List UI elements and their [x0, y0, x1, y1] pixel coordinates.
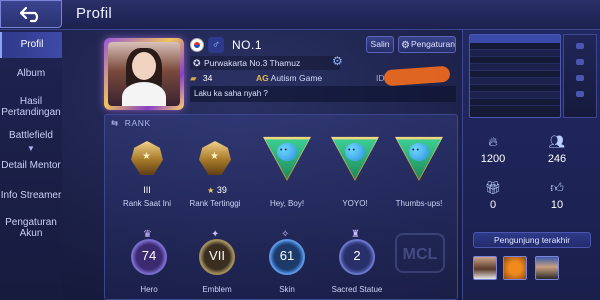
rank-number: NO.1 — [232, 38, 263, 52]
visitor-avatar[interactable] — [503, 256, 527, 280]
sidebar-item-profil[interactable]: Profil — [0, 32, 62, 58]
visitor-avatar-empty — [565, 256, 589, 280]
flame-icon: 🔥︎ — [488, 134, 498, 149]
popularity-stat[interactable]: 🔥︎ 1200 — [463, 134, 523, 165]
star-icon: ★ — [142, 151, 151, 162]
title-settings-icon[interactable]: ⚙ — [332, 54, 343, 68]
top-bar: Profil — [0, 0, 600, 30]
profile-info: ♂ NO.1 Salin ⚙ Pengaturan ✪ Purwakarta N… — [186, 34, 458, 110]
player-title: ✪ Purwakarta No.3 Thamuz — [190, 56, 340, 70]
hero-label: Hero — [140, 285, 158, 294]
sacred-statue-label: Sacred Statue — [331, 285, 383, 294]
sacred-statue-count[interactable]: ♜ 2 — [339, 229, 375, 275]
followers-stat[interactable]: 👥︎ 246 — [527, 134, 587, 165]
emote-thumbs-ups[interactable]: •• — [395, 135, 443, 183]
current-rank-tier: III — [143, 185, 151, 195]
copy-button[interactable]: Salin — [366, 36, 394, 53]
settings-button[interactable]: ⚙ Pengaturan — [398, 36, 456, 53]
page-title: Profil — [76, 5, 112, 22]
thumbs-up-icon: 👍︎ — [550, 180, 564, 195]
skin-count[interactable]: ✧ 61 — [269, 229, 305, 275]
level-value: 34 — [202, 73, 213, 83]
gifts-stat[interactable]: 🎁︎ 0 — [463, 180, 523, 211]
country-flag-icon — [190, 38, 204, 52]
rank-icon: ⇆ — [111, 118, 119, 128]
visitor-avatar[interactable] — [535, 256, 559, 280]
star-icon: ★ — [210, 151, 219, 162]
level-badge: ▰ 34 — [190, 73, 212, 84]
preview-thumbnail-strip[interactable] — [563, 34, 597, 118]
emblem-level[interactable]: ✦ VII — [199, 229, 235, 275]
recent-visitors-header: Pengunjung terakhir — [473, 232, 591, 248]
sidebar-item-label: Battlefield — [9, 130, 53, 141]
hero-count[interactable]: ♛ 74 — [131, 229, 167, 275]
likes-value: 10 — [550, 199, 564, 211]
emblem-label: Emblem — [202, 285, 232, 294]
rank-section: ⇆ RANK ★ III Rank Saat Ini ★ ★ 39 Rank T… — [104, 114, 458, 300]
current-rank-medal[interactable]: ★ — [125, 139, 169, 183]
sidebar-item-label: Pengaturan Akun — [5, 217, 57, 239]
star-icon: ★ — [207, 186, 215, 195]
gift-icon: 🎁︎ — [484, 180, 502, 195]
back-arrow-icon — [19, 6, 39, 23]
squad-info[interactable]: AG Autism Game — [256, 73, 322, 83]
sidebar-item-label: Hasil Pertandingan — [1, 96, 61, 118]
highest-rank-stars-value: 39 — [216, 185, 227, 195]
level-icon: ▰ — [190, 73, 197, 83]
skin-label: Skin — [279, 285, 295, 294]
popularity-value: 1200 — [480, 153, 506, 165]
sidebar-item-label: Profil — [20, 39, 44, 50]
emote-label: Thumbs-ups! — [395, 199, 443, 208]
hero-count-value: 74 — [141, 248, 157, 263]
sidebar-item-label: Info Streamer — [0, 190, 62, 201]
rank-header: ⇆ RANK — [111, 118, 151, 129]
sidebar-item-hasil-pertandingan[interactable]: Hasil Pertandingan — [0, 96, 62, 118]
visitor-avatar[interactable] — [473, 256, 497, 280]
male-gender-icon: ♂ — [208, 37, 224, 53]
back-button[interactable] — [0, 0, 62, 28]
highest-rank-stars: ★ 39 — [197, 185, 237, 195]
sidebar: Profil Album Hasil Pertandingan Battlefi… — [0, 30, 62, 300]
chevron-down-icon: ▼ — [27, 144, 35, 153]
sidebar-item-battlefield[interactable]: Battlefield ▼ — [0, 130, 62, 154]
sidebar-item-pengaturan-akun[interactable]: Pengaturan Akun — [0, 217, 62, 239]
squad-tag: AG — [256, 73, 269, 83]
avatar[interactable] — [104, 38, 184, 110]
people-icon: 👥︎ — [548, 134, 566, 149]
avatar-image — [108, 42, 180, 106]
right-panel: 🔥︎ 1200 👥︎ 246 🎁︎ 0 👍︎ 10 Pengunjung ter… — [462, 30, 600, 300]
emblem-level-value: VII — [209, 248, 225, 263]
player-bio[interactable]: Laku ka saha nyah ? — [190, 86, 456, 102]
likes-stat[interactable]: 👍︎ 10 — [527, 180, 587, 211]
emote-yoyo[interactable]: •• — [331, 135, 379, 183]
highest-rank-label: Rank Tertinggi — [189, 199, 241, 208]
rank-header-label: RANK — [124, 118, 151, 128]
sidebar-item-label: Detail Mentor — [1, 160, 61, 171]
sidebar-item-detail-mentor[interactable]: Detail Mentor — [0, 160, 62, 171]
sidebar-item-label: Album — [16, 68, 46, 79]
sidebar-item-info-streamer[interactable]: Info Streamer — [0, 190, 62, 201]
highest-rank-medal[interactable]: ★ — [193, 139, 237, 183]
sidebar-item-album[interactable]: Album — [0, 68, 62, 79]
title-badge-icon: ✪ — [193, 58, 201, 68]
leaderboard-preview[interactable] — [469, 34, 561, 118]
gifts-value: 0 — [489, 199, 497, 211]
sacred-statue-value: 2 — [353, 248, 361, 263]
id-redaction-mark — [383, 65, 451, 87]
followers-value: 246 — [547, 153, 567, 165]
settings-button-label: Pengaturan — [411, 39, 455, 49]
squad-name: Autism Game — [270, 73, 323, 83]
gear-icon: ⚙ — [401, 40, 410, 51]
emote-hey-boy[interactable]: •• — [263, 135, 311, 183]
skin-count-value: 61 — [279, 248, 295, 263]
player-title-text: Purwakarta No.3 Thamuz — [204, 58, 301, 68]
mcl-logo: MCL — [395, 233, 445, 273]
